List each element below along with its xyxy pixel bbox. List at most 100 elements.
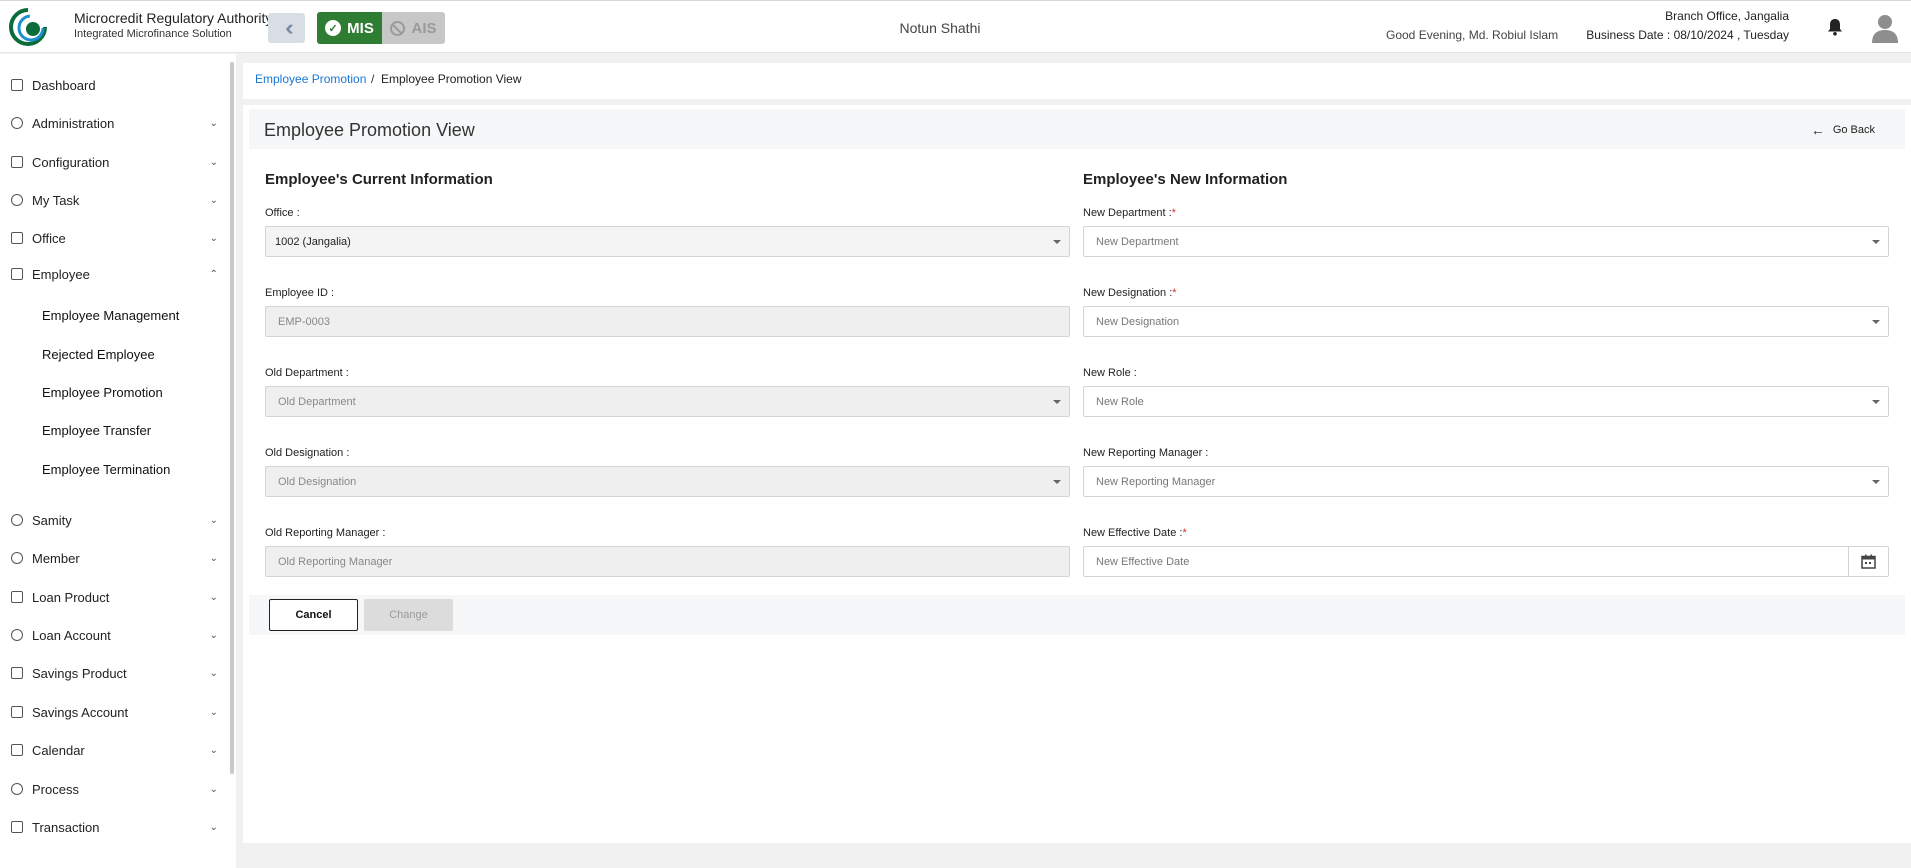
old-designation-label: Old Designation : (265, 447, 350, 459)
new-role-select[interactable]: New Role (1083, 386, 1889, 417)
office-value: 1002 (Jangalia) (275, 235, 351, 248)
sidebar-item-label: Savings Account (32, 704, 129, 720)
top-header: Microcredit Regulatory Authority Integra… (0, 0, 1911, 53)
employee-id-value: EMP-0003 (278, 315, 330, 328)
new-reporting-manager-select[interactable]: New Reporting Manager (1083, 466, 1889, 497)
office-select[interactable]: 1002 (Jangalia) (265, 226, 1070, 257)
chevron-down-icon: ⌄ (209, 629, 218, 641)
new-info-title: Employee's New Information (1083, 171, 1288, 188)
new-reporting-manager-label: New Reporting Manager : (1083, 447, 1209, 459)
chevron-down-icon: ⌄ (209, 744, 218, 756)
new-designation-label: New Designation :* (1083, 287, 1177, 299)
breadcrumb-current: Employee Promotion View (381, 72, 522, 86)
sidebar-subitem-employee-transfer[interactable]: Employee Transfer (42, 423, 151, 438)
chevron-down-icon: ⌄ (209, 117, 218, 129)
calendar-icon (1861, 554, 1876, 569)
chevron-down-icon: ⌄ (209, 667, 218, 679)
sidebar-item-office[interactable]: Office ⌄ (0, 223, 228, 253)
sidebar-item-savings-account[interactable]: Savings Account ⌄ (0, 697, 228, 727)
sidebar-item-label: My Task (32, 192, 80, 208)
old-department-placeholder: Old Department (278, 395, 356, 408)
sidebar-item-label: Office (32, 230, 66, 246)
sidebar-item-label: Savings Product (32, 665, 127, 681)
sidebar-subitem-rejected-employee[interactable]: Rejected Employee (42, 347, 155, 362)
building-icon (11, 268, 23, 280)
new-reporting-manager-placeholder: New Reporting Manager (1096, 475, 1216, 488)
sidebar-subitem-employee-management[interactable]: Employee Management (42, 308, 179, 323)
sidebar-item-administration[interactable]: Administration ⌄ (0, 108, 228, 138)
new-department-label-text: New Department : (1083, 207, 1172, 219)
new-effective-date-input[interactable]: New Effective Date (1083, 546, 1889, 577)
sidebar-item-label: Dashboard (32, 77, 96, 93)
building-icon (11, 232, 23, 244)
sidebar-item-member[interactable]: Member ⌄ (0, 543, 228, 573)
new-effective-date-label: New Effective Date :* (1083, 527, 1187, 539)
arrow-left-icon: ← (1810, 122, 1825, 138)
bell-icon[interactable] (1827, 18, 1843, 36)
sidebar-item-label: Configuration (32, 154, 110, 170)
sliders-icon (11, 156, 23, 168)
sidebar-item-my-task[interactable]: My Task ⌄ (0, 185, 228, 215)
sidebar-scrollbar[interactable] (230, 62, 234, 774)
sidebar-item-process[interactable]: Process ⌄ (0, 774, 228, 804)
sidebar-item-label: Member (32, 550, 80, 566)
sidebar-item-label: Samity (32, 512, 72, 528)
sidebar-item-employee[interactable]: Employee ⌃ (0, 259, 228, 289)
process-icon (11, 783, 23, 795)
new-designation-placeholder: New Designation (1096, 315, 1180, 328)
new-department-placeholder: New Department (1096, 235, 1179, 248)
chevron-down-icon: ⌄ (209, 552, 218, 564)
sidebar-item-label: Employee (32, 266, 90, 282)
member-icon (11, 552, 23, 564)
cancel-button[interactable]: Cancel (269, 599, 358, 631)
old-designation-placeholder: Old Designation (278, 475, 357, 488)
chevron-down-icon: ⌄ (209, 156, 218, 168)
sidebar-subitem-employee-termination[interactable]: Employee Termination (42, 462, 170, 477)
sidebar-item-loan-account[interactable]: Loan Account ⌄ (0, 620, 228, 650)
sidebar-item-label: Loan Product (32, 589, 110, 605)
sidebar-item-configuration[interactable]: Configuration ⌄ (0, 147, 228, 177)
new-effective-date-placeholder: New Effective Date (1096, 555, 1190, 568)
breadcrumb-link-employee-promotion[interactable]: Employee Promotion (255, 72, 366, 86)
old-reporting-manager-field: Old Reporting Manager (265, 546, 1070, 577)
task-icon (11, 194, 23, 206)
sidebar-subitem-employee-promotion[interactable]: Employee Promotion (42, 385, 163, 400)
old-reporting-manager-placeholder: Old Reporting Manager (278, 555, 393, 568)
chevron-down-icon: ⌄ (209, 194, 218, 206)
building-icon (11, 744, 23, 756)
sidebar: Dashboard Administration ⌄ Configuration… (0, 54, 236, 868)
branch-name: Branch Office, Jangalia (1665, 9, 1789, 23)
sidebar-item-dashboard[interactable]: Dashboard (0, 70, 228, 100)
chevron-down-icon: ⌄ (209, 232, 218, 244)
new-designation-label-text: New Designation : (1083, 287, 1173, 299)
greeting-text: Good Evening, Md. Robiul Islam (1386, 28, 1559, 42)
sidebar-item-calendar[interactable]: Calendar ⌄ (0, 735, 228, 765)
calendar-button[interactable] (1848, 547, 1888, 576)
new-role-placeholder: New Role (1096, 395, 1144, 408)
sidebar-item-samity[interactable]: Samity ⌄ (0, 505, 228, 535)
panel-header: Employee Promotion View ← Go Back (249, 109, 1905, 149)
building-icon (11, 821, 23, 833)
sidebar-item-transaction[interactable]: Transaction ⌄ (0, 812, 228, 842)
action-bar: Cancel Change (249, 595, 1905, 635)
old-department-select: Old Department (265, 386, 1070, 417)
sidebar-item-savings-product[interactable]: Savings Product ⌄ (0, 658, 228, 688)
building-icon (11, 591, 23, 603)
sidebar-item-label: Calendar (32, 742, 85, 758)
breadcrumb: Employee Promotion / Employee Promotion … (243, 63, 1911, 99)
sidebar-item-loan-product[interactable]: Loan Product ⌄ (0, 582, 228, 612)
sidebar-item-label: Process (32, 781, 79, 797)
building-icon (11, 667, 23, 679)
required-mark: * (1182, 527, 1187, 539)
new-effective-date-label-text: New Effective Date : (1083, 527, 1183, 539)
user-avatar-icon[interactable] (1871, 13, 1899, 43)
new-department-label: New Department :* (1083, 207, 1176, 219)
new-department-select[interactable]: New Department (1083, 226, 1889, 257)
chevron-down-icon: ⌄ (209, 783, 218, 795)
office-label: Office : (265, 207, 300, 219)
chevron-down-icon: ⌄ (209, 514, 218, 526)
group-icon (11, 514, 23, 526)
new-designation-select[interactable]: New Designation (1083, 306, 1889, 337)
chevron-up-icon: ⌃ (209, 268, 218, 280)
go-back-button[interactable]: ← Go Back (1811, 122, 1875, 138)
